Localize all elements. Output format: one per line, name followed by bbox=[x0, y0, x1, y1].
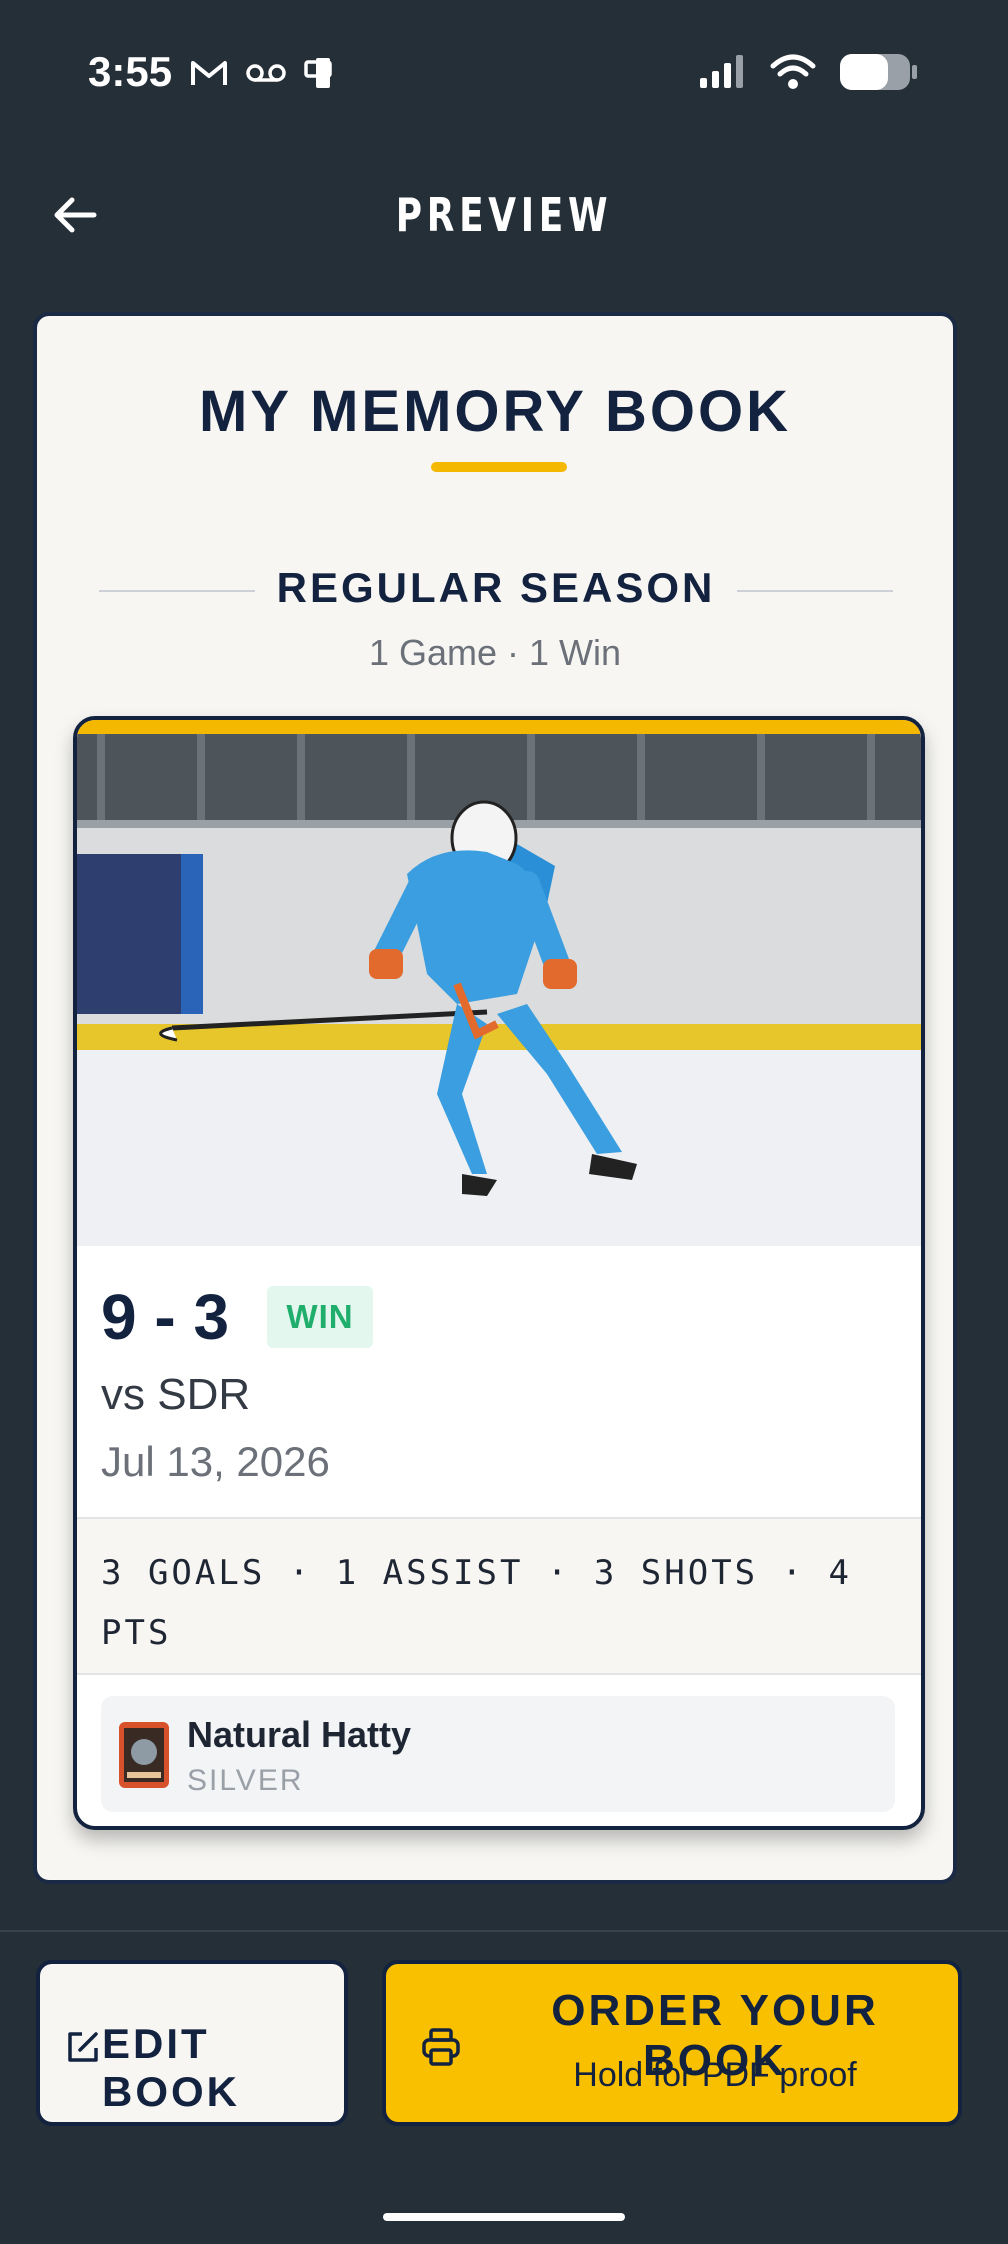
stats-box: 3 GOALS · 1 ASSIST · 3 SHOTS · 4 PTS bbox=[77, 1517, 921, 1675]
edit-icon bbox=[68, 2032, 98, 2062]
award-item[interactable]: Natural Hatty SILVER bbox=[101, 1696, 895, 1812]
hockey-player-photo bbox=[77, 734, 921, 1246]
battery-icon bbox=[840, 54, 917, 90]
section-summary: 1 Game · 1 Win bbox=[368, 632, 622, 673]
order-book-sublabel: Hold for PDF proof bbox=[573, 2056, 857, 2094]
game-photo bbox=[77, 734, 921, 1246]
bottom-divider bbox=[0, 1930, 1008, 1932]
home-indicator[interactable] bbox=[383, 2213, 625, 2221]
signal-icon bbox=[700, 55, 743, 88]
book-preview: MY MEMORY BOOK REGULAR SEASON 1 Game · 1… bbox=[33, 312, 957, 1884]
edit-book-label: EDIT BOOK bbox=[102, 2020, 240, 2115]
divider-right bbox=[737, 590, 893, 592]
award-tier: SILVER bbox=[187, 1764, 304, 1797]
status-icons-left bbox=[190, 56, 340, 90]
status-time: 3:55 bbox=[88, 48, 173, 95]
wifi-icon bbox=[770, 54, 816, 89]
page-title: PREVIEW bbox=[395, 188, 613, 242]
opponent-label: vs SDR bbox=[101, 1370, 251, 1419]
edit-book-button[interactable]: EDIT BOOK bbox=[36, 1960, 348, 2126]
section-label: REGULAR SEASON bbox=[276, 564, 716, 611]
title-underline bbox=[431, 462, 567, 472]
arrow-left-icon bbox=[54, 197, 97, 233]
card-accent-bar bbox=[77, 720, 921, 734]
gmail-icon bbox=[191, 61, 227, 85]
award-thumbnail bbox=[119, 1722, 169, 1788]
game-score: 9 - 3 bbox=[101, 1281, 230, 1353]
section-header: REGULAR SEASON bbox=[99, 564, 893, 614]
voicemail-icon bbox=[246, 64, 286, 82]
result-badge: WIN bbox=[267, 1286, 373, 1348]
device-icon bbox=[304, 58, 332, 88]
stats-line: 3 GOALS · 1 ASSIST · 3 SHOTS · 4 PTS bbox=[101, 1553, 853, 1653]
status-icons-right bbox=[698, 52, 918, 92]
order-book-button[interactable]: ORDER YOUR BOOK Hold for PDF proof bbox=[382, 1960, 962, 2126]
game-date: Jul 13, 2026 bbox=[101, 1438, 330, 1485]
header: PREVIEW bbox=[0, 170, 1008, 260]
printer-icon bbox=[422, 2028, 460, 2066]
award-name: Natural Hatty bbox=[187, 1714, 412, 1755]
book-title: MY MEMORY BOOK bbox=[199, 379, 791, 444]
game-card[interactable]: 9 - 3 WIN vs SDR Jul 13, 2026 3 GOALS · … bbox=[73, 716, 925, 1830]
status-bar: 3:55 bbox=[0, 0, 1008, 150]
back-button[interactable] bbox=[50, 190, 100, 240]
